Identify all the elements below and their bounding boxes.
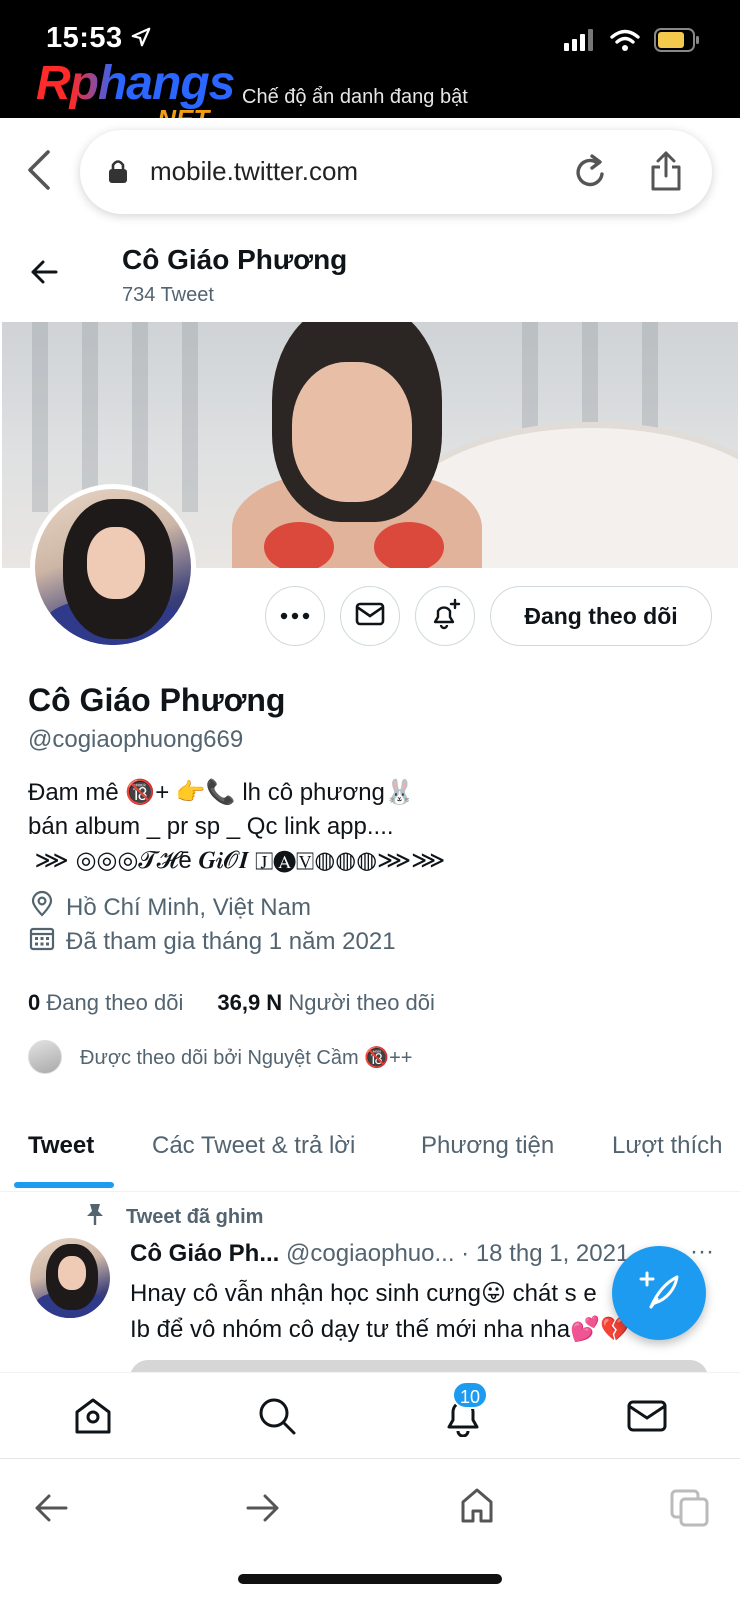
compose-tweet-button[interactable]	[612, 1246, 706, 1340]
tweet-author-name[interactable]: Cô Giáo Ph...	[130, 1240, 279, 1267]
banner-clothing	[264, 522, 334, 568]
status-icons	[564, 28, 700, 57]
tab-likes[interactable]: Lượt thích	[612, 1132, 723, 1160]
profile-avatar[interactable]	[30, 484, 196, 650]
following-button[interactable]: Đang theo dõi	[490, 586, 712, 646]
tweet-text: Hnay cô vẫn nhận học sinh cưng😛 chát s e…	[130, 1280, 630, 1343]
follower-avatar	[28, 1040, 62, 1074]
pin-icon	[84, 1202, 106, 1232]
browser-back-arrow-icon[interactable]	[34, 1493, 68, 1528]
share-icon[interactable]	[650, 150, 682, 197]
profile-joined: Đã tham gia tháng 1 năm 2021	[28, 924, 396, 959]
watermark-logo: Rphangs	[36, 57, 235, 110]
messages-envelope-icon[interactable]	[626, 1395, 668, 1442]
reload-icon[interactable]	[574, 154, 608, 195]
active-tab-indicator	[14, 1182, 114, 1188]
bell-plus-icon	[428, 597, 462, 636]
avatar-photo	[35, 489, 191, 645]
location-text: Hồ Chí Minh, Việt Nam	[66, 893, 311, 921]
profile-name: Cô Giáo Phương	[28, 682, 286, 718]
envelope-icon	[355, 602, 385, 631]
profile-location: Hồ Chí Minh, Việt Nam	[28, 890, 311, 925]
profile-stats: 0 Đang theo dõi 36,9 N Người theo dõi	[28, 990, 435, 1016]
tab-media[interactable]: Phương tiện	[421, 1132, 554, 1160]
followed-by-text: Được theo dõi bởi Nguyệt Cầm 🔞++	[80, 1046, 413, 1069]
home-indicator	[238, 1574, 502, 1584]
more-dots-icon	[280, 607, 310, 625]
lock-icon	[108, 158, 128, 189]
banner-curtain-stripe	[182, 322, 198, 512]
banner-curtain-stripe	[82, 322, 98, 512]
status-time: 15:53	[46, 22, 123, 54]
followers-count: 36,9 N	[217, 990, 283, 1015]
banner-curtain-stripe	[132, 322, 148, 512]
banner-person-face	[292, 362, 412, 502]
browser-home-icon[interactable]	[460, 1487, 494, 1528]
incognito-notice: Chế độ ẩn danh đang bật	[242, 86, 468, 108]
url-text: mobile.twitter.com	[150, 156, 359, 186]
header-tweet-count: 734 Tweet	[122, 284, 214, 306]
calendar-icon	[28, 924, 56, 959]
header-title: Cô Giáo Phương	[122, 244, 348, 275]
home-icon[interactable]	[72, 1395, 114, 1442]
browser-address-bar: mobile.twitter.com	[0, 118, 740, 228]
followers-stat[interactable]: 36,9 N Người theo dõi	[217, 990, 435, 1016]
browser-back-chevron-icon[interactable]	[24, 148, 54, 197]
tweet-author-handle: @cogiaophuo...	[286, 1240, 455, 1267]
following-count: 0	[28, 990, 41, 1015]
profile-tabs: Tweet Các Tweet & trả lời Phương tiện Lư…	[0, 1122, 740, 1192]
profile-handle: @cogiaophuong669	[28, 726, 244, 753]
notify-button[interactable]	[415, 586, 475, 646]
compose-feather-icon	[637, 1269, 681, 1318]
tweet-avatar-face	[58, 1256, 86, 1290]
browser-forward-arrow-icon[interactable]	[246, 1493, 280, 1528]
signal-icon	[564, 29, 596, 56]
tweet-meta: Cô Giáo Ph... @cogiaophuo... · 18 thg 1,…	[130, 1240, 690, 1268]
battery-icon	[654, 28, 700, 57]
avatar-face	[87, 527, 145, 599]
tab-replies[interactable]: Các Tweet & trả lời	[152, 1132, 355, 1160]
url-field[interactable]: mobile.twitter.com	[80, 130, 712, 214]
tweet-avatar[interactable]	[30, 1238, 110, 1318]
pinned-text: Tweet đã ghim	[126, 1205, 264, 1228]
location-pin-icon	[28, 890, 56, 925]
search-icon[interactable]	[256, 1395, 298, 1442]
location-arrow-icon	[130, 26, 152, 53]
browser-tabs-icon[interactable]	[670, 1489, 710, 1532]
joined-text: Đã tham gia tháng 1 năm 2021	[66, 927, 396, 955]
more-options-button[interactable]	[265, 586, 325, 646]
back-arrow-icon[interactable]	[30, 258, 58, 291]
notification-badge: 10	[452, 1381, 489, 1409]
banner-clothing	[374, 522, 444, 568]
profile-bio: Đam mê 🔞+ 👉📞 lh cô phương🐰 bán album _ p…	[28, 779, 446, 874]
status-bar: 15:53 Rphangs .NET Chế độ ẩn danh đang b…	[0, 0, 740, 134]
message-button[interactable]	[340, 586, 400, 646]
banner-curtain-stripe	[32, 322, 48, 512]
twitter-bottom-nav: 10	[0, 1372, 740, 1458]
tweet-date: · 18 thg 1, 2021	[461, 1240, 630, 1267]
followed-by[interactable]: Được theo dõi bởi Nguyệt Cầm 🔞++	[28, 1040, 412, 1074]
tab-tweets[interactable]: Tweet	[28, 1132, 94, 1160]
followers-label: Người theo dõi	[288, 990, 435, 1015]
wifi-icon	[610, 29, 640, 56]
profile-header-bar: Cô Giáo Phương 734 Tweet	[0, 228, 740, 322]
following-stat[interactable]: 0 Đang theo dõi	[28, 990, 183, 1016]
following-label: Đang theo dõi	[46, 990, 184, 1015]
pinned-label: Tweet đã ghim	[84, 1202, 263, 1232]
